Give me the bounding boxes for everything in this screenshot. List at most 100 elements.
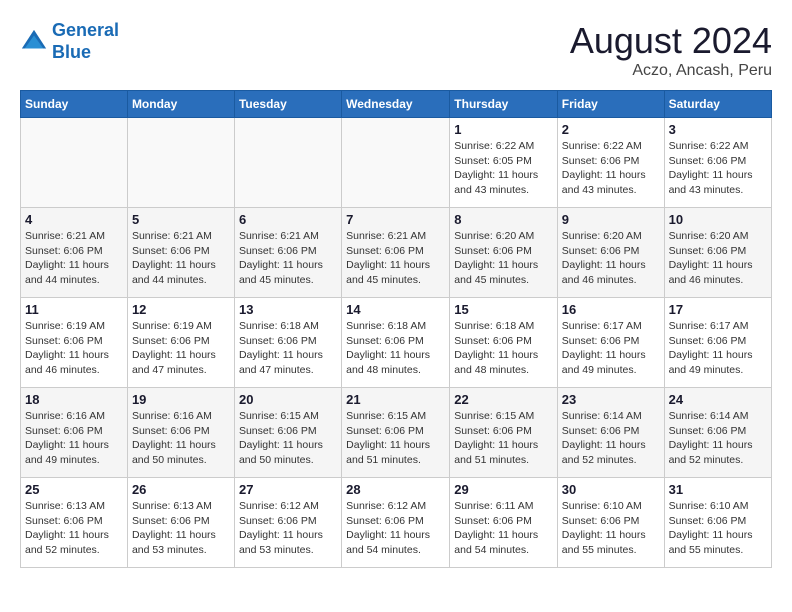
calendar-cell: 11 Sunrise: 6:19 AM Sunset: 6:06 PM Dayli… xyxy=(21,298,128,388)
header-day-tuesday: Tuesday xyxy=(234,91,341,118)
day-number: 14 xyxy=(346,302,445,317)
calendar-header-row: SundayMondayTuesdayWednesdayThursdayFrid… xyxy=(21,91,772,118)
calendar-week-row: 11 Sunrise: 6:19 AM Sunset: 6:06 PM Dayli… xyxy=(21,298,772,388)
day-info: Sunrise: 6:14 AM Sunset: 6:06 PM Dayligh… xyxy=(669,409,767,468)
day-info: Sunrise: 6:21 AM Sunset: 6:06 PM Dayligh… xyxy=(239,229,337,288)
day-number: 23 xyxy=(562,392,660,407)
logo-line2: Blue xyxy=(52,42,91,62)
day-info: Sunrise: 6:10 AM Sunset: 6:06 PM Dayligh… xyxy=(669,499,767,558)
page-header: General Blue August 2024 Aczo, Ancash, P… xyxy=(20,20,772,80)
day-info: Sunrise: 6:19 AM Sunset: 6:06 PM Dayligh… xyxy=(132,319,230,378)
location-subtitle: Aczo, Ancash, Peru xyxy=(570,62,772,80)
calendar-cell: 21 Sunrise: 6:15 AM Sunset: 6:06 PM Dayli… xyxy=(342,388,450,478)
calendar-table: SundayMondayTuesdayWednesdayThursdayFrid… xyxy=(20,90,772,568)
header-day-saturday: Saturday xyxy=(664,91,771,118)
day-info: Sunrise: 6:15 AM Sunset: 6:06 PM Dayligh… xyxy=(454,409,553,468)
calendar-cell xyxy=(234,118,341,208)
day-number: 29 xyxy=(454,482,553,497)
day-info: Sunrise: 6:22 AM Sunset: 6:06 PM Dayligh… xyxy=(562,139,660,198)
day-number: 27 xyxy=(239,482,337,497)
calendar-cell: 18Sunrise: 6:16 AM Sunset: 6:06 PM Dayli… xyxy=(21,388,128,478)
calendar-week-row: 1 Sunrise: 6:22 AM Sunset: 6:05 PM Daylig… xyxy=(21,118,772,208)
day-info: Sunrise: 6:22 AM Sunset: 6:05 PM Dayligh… xyxy=(454,139,553,198)
day-number: 15 xyxy=(454,302,553,317)
day-info: Sunrise: 6:18 AM Sunset: 6:06 PM Dayligh… xyxy=(454,319,553,378)
day-info: Sunrise: 6:20 AM Sunset: 6:06 PM Dayligh… xyxy=(562,229,660,288)
day-number: 2 xyxy=(562,122,660,137)
calendar-cell: 27 Sunrise: 6:12 AM Sunset: 6:06 PM Dayli… xyxy=(234,478,341,568)
day-info: Sunrise: 6:10 AM Sunset: 6:06 PM Dayligh… xyxy=(562,499,660,558)
day-info: Sunrise: 6:14 AM Sunset: 6:06 PM Dayligh… xyxy=(562,409,660,468)
day-number: 7 xyxy=(346,212,445,227)
day-number: 13 xyxy=(239,302,337,317)
day-info: Sunrise: 6:19 AM Sunset: 6:06 PM Dayligh… xyxy=(25,319,123,378)
calendar-cell: 25 Sunrise: 6:13 AM Sunset: 6:06 PM Dayli… xyxy=(21,478,128,568)
calendar-cell xyxy=(342,118,450,208)
calendar-cell: 29 Sunrise: 6:11 AM Sunset: 6:06 PM Dayli… xyxy=(450,478,558,568)
calendar-cell: 19Sunrise: 6:16 AM Sunset: 6:06 PM Dayli… xyxy=(127,388,234,478)
header-day-thursday: Thursday xyxy=(450,91,558,118)
day-info: Sunrise: 6:11 AM Sunset: 6:06 PM Dayligh… xyxy=(454,499,553,558)
day-info: Sunrise: 6:22 AM Sunset: 6:06 PM Dayligh… xyxy=(669,139,767,198)
calendar-cell: 17 Sunrise: 6:17 AM Sunset: 6:06 PM Dayli… xyxy=(664,298,771,388)
calendar-week-row: 18Sunrise: 6:16 AM Sunset: 6:06 PM Dayli… xyxy=(21,388,772,478)
day-info: Sunrise: 6:21 AM Sunset: 6:06 PM Dayligh… xyxy=(132,229,230,288)
day-number: 26 xyxy=(132,482,230,497)
day-info: Sunrise: 6:18 AM Sunset: 6:06 PM Dayligh… xyxy=(346,319,445,378)
day-number: 16 xyxy=(562,302,660,317)
calendar-cell: 14 Sunrise: 6:18 AM Sunset: 6:06 PM Dayli… xyxy=(342,298,450,388)
calendar-cell: 22 Sunrise: 6:15 AM Sunset: 6:06 PM Dayli… xyxy=(450,388,558,478)
calendar-cell: 7Sunrise: 6:21 AM Sunset: 6:06 PM Daylig… xyxy=(342,208,450,298)
logo: General Blue xyxy=(20,20,119,63)
calendar-body: 1 Sunrise: 6:22 AM Sunset: 6:05 PM Daylig… xyxy=(21,118,772,568)
calendar-week-row: 4 Sunrise: 6:21 AM Sunset: 6:06 PM Daylig… xyxy=(21,208,772,298)
calendar-cell: 28Sunrise: 6:12 AM Sunset: 6:06 PM Dayli… xyxy=(342,478,450,568)
logo-text: General Blue xyxy=(52,20,119,63)
calendar-cell xyxy=(127,118,234,208)
calendar-cell: 5Sunrise: 6:21 AM Sunset: 6:06 PM Daylig… xyxy=(127,208,234,298)
calendar-cell: 2 Sunrise: 6:22 AM Sunset: 6:06 PM Daylig… xyxy=(557,118,664,208)
day-info: Sunrise: 6:15 AM Sunset: 6:06 PM Dayligh… xyxy=(239,409,337,468)
calendar-cell: 15 Sunrise: 6:18 AM Sunset: 6:06 PM Dayli… xyxy=(450,298,558,388)
calendar-cell: 3Sunrise: 6:22 AM Sunset: 6:06 PM Daylig… xyxy=(664,118,771,208)
calendar-cell xyxy=(21,118,128,208)
day-number: 24 xyxy=(669,392,767,407)
calendar-week-row: 25 Sunrise: 6:13 AM Sunset: 6:06 PM Dayli… xyxy=(21,478,772,568)
day-number: 18 xyxy=(25,392,123,407)
calendar-cell: 20 Sunrise: 6:15 AM Sunset: 6:06 PM Dayli… xyxy=(234,388,341,478)
calendar-cell: 24 Sunrise: 6:14 AM Sunset: 6:06 PM Dayli… xyxy=(664,388,771,478)
day-info: Sunrise: 6:20 AM Sunset: 6:06 PM Dayligh… xyxy=(669,229,767,288)
day-number: 31 xyxy=(669,482,767,497)
day-number: 11 xyxy=(25,302,123,317)
calendar-cell: 1 Sunrise: 6:22 AM Sunset: 6:05 PM Daylig… xyxy=(450,118,558,208)
calendar-cell: 30 Sunrise: 6:10 AM Sunset: 6:06 PM Dayli… xyxy=(557,478,664,568)
day-number: 20 xyxy=(239,392,337,407)
day-info: Sunrise: 6:17 AM Sunset: 6:06 PM Dayligh… xyxy=(562,319,660,378)
calendar-cell: 16 Sunrise: 6:17 AM Sunset: 6:06 PM Dayli… xyxy=(557,298,664,388)
title-section: August 2024 Aczo, Ancash, Peru xyxy=(570,20,772,80)
day-number: 22 xyxy=(454,392,553,407)
day-number: 4 xyxy=(25,212,123,227)
day-number: 21 xyxy=(346,392,445,407)
calendar-cell: 31 Sunrise: 6:10 AM Sunset: 6:06 PM Dayli… xyxy=(664,478,771,568)
day-number: 1 xyxy=(454,122,553,137)
header-day-monday: Monday xyxy=(127,91,234,118)
header-day-wednesday: Wednesday xyxy=(342,91,450,118)
day-number: 17 xyxy=(669,302,767,317)
day-number: 25 xyxy=(25,482,123,497)
day-number: 6 xyxy=(239,212,337,227)
calendar-cell: 26Sunrise: 6:13 AM Sunset: 6:06 PM Dayli… xyxy=(127,478,234,568)
month-year-title: August 2024 xyxy=(570,20,772,62)
calendar-cell: 4 Sunrise: 6:21 AM Sunset: 6:06 PM Daylig… xyxy=(21,208,128,298)
day-info: Sunrise: 6:15 AM Sunset: 6:06 PM Dayligh… xyxy=(346,409,445,468)
calendar-cell: 13Sunrise: 6:18 AM Sunset: 6:06 PM Dayli… xyxy=(234,298,341,388)
logo-icon xyxy=(20,28,48,56)
calendar-cell: 6 Sunrise: 6:21 AM Sunset: 6:06 PM Daylig… xyxy=(234,208,341,298)
day-info: Sunrise: 6:13 AM Sunset: 6:06 PM Dayligh… xyxy=(25,499,123,558)
day-number: 30 xyxy=(562,482,660,497)
day-info: Sunrise: 6:12 AM Sunset: 6:06 PM Dayligh… xyxy=(239,499,337,558)
day-info: Sunrise: 6:20 AM Sunset: 6:06 PM Dayligh… xyxy=(454,229,553,288)
day-info: Sunrise: 6:17 AM Sunset: 6:06 PM Dayligh… xyxy=(669,319,767,378)
day-number: 28 xyxy=(346,482,445,497)
day-info: Sunrise: 6:21 AM Sunset: 6:06 PM Dayligh… xyxy=(25,229,123,288)
